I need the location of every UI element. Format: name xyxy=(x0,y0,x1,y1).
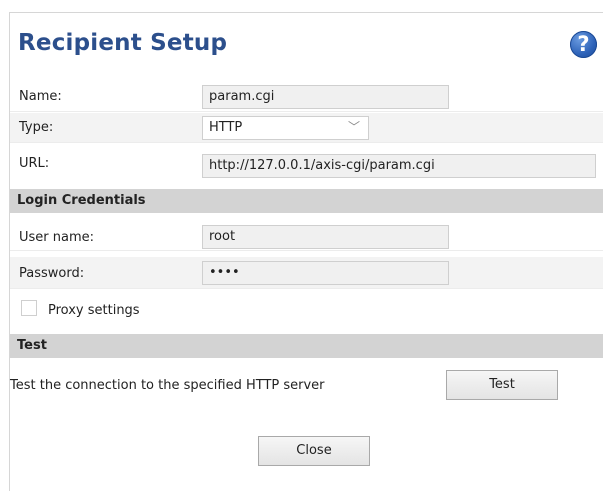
proxy-settings-checkbox[interactable] xyxy=(21,300,37,316)
test-button[interactable]: Test xyxy=(446,370,558,400)
type-select[interactable]: HTTP ﹀ xyxy=(202,116,369,140)
url-row: URL: http://127.0.0.1/axis-cgi/param.cgi xyxy=(10,144,603,182)
close-button[interactable]: Close xyxy=(258,436,370,466)
username-input[interactable]: root xyxy=(202,225,449,249)
login-credentials-header: Login Credentials xyxy=(10,189,603,213)
name-label: Name: xyxy=(19,89,62,104)
type-row: Type: HTTP ﹀ xyxy=(10,113,603,143)
password-row: Password: •••• xyxy=(10,257,603,289)
type-select-value: HTTP xyxy=(209,120,243,135)
dialog-title: Recipient Setup xyxy=(18,30,228,56)
name-input[interactable]: param.cgi xyxy=(202,85,449,109)
type-label: Type: xyxy=(19,120,54,135)
chevron-down-icon: ﹀ xyxy=(347,120,360,134)
name-row: Name: param.cgi xyxy=(10,82,603,112)
username-row: User name: root xyxy=(10,221,603,251)
test-description: Test the connection to the specified HTT… xyxy=(10,378,325,393)
help-icon[interactable]: ? xyxy=(570,31,597,58)
password-label: Password: xyxy=(19,266,85,281)
url-label: URL: xyxy=(19,156,50,171)
username-label: User name: xyxy=(19,230,95,245)
url-input[interactable]: http://127.0.0.1/axis-cgi/param.cgi xyxy=(202,154,596,178)
proxy-settings-label: Proxy settings xyxy=(48,303,140,318)
test-header: Test xyxy=(10,334,603,358)
password-input[interactable]: •••• xyxy=(202,261,449,285)
